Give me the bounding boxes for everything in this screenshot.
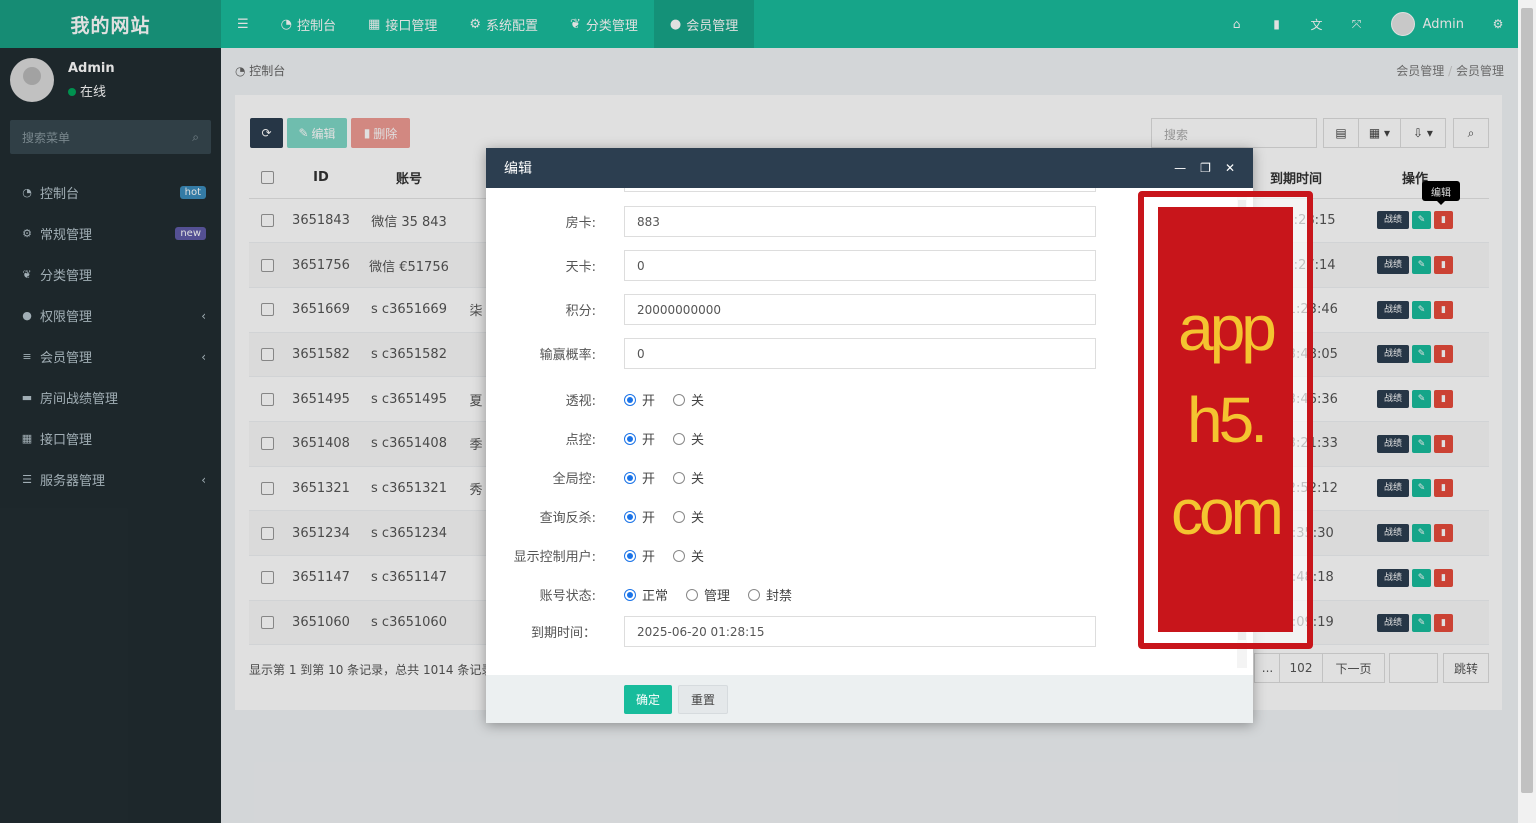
global-control-off-radio[interactable]: 关 xyxy=(673,468,704,487)
point-control-off-radio[interactable]: 关 xyxy=(673,429,704,448)
win-rate-input[interactable]: 0 xyxy=(624,338,1096,369)
status-admin-radio[interactable]: 管理 xyxy=(686,585,730,604)
form-row-perspective: 透视: 开关 xyxy=(486,390,1106,409)
minimize-icon[interactable]: — xyxy=(1174,161,1186,175)
form-row-room-card: 房卡: 883 xyxy=(486,206,1106,237)
reset-button[interactable]: 重置 xyxy=(678,684,729,714)
page-scrollbar[interactable] xyxy=(1518,0,1536,823)
watermark-text: com xyxy=(1171,475,1284,548)
modal-header[interactable]: 编辑 — ❐ ✕ xyxy=(486,148,1253,188)
form-row-win-rate: 输赢概率: 0 xyxy=(486,338,1106,369)
status-normal-radio[interactable]: 正常 xyxy=(624,585,668,604)
form-row-show-control-user: 显示控制用户: 开关 xyxy=(486,546,1106,565)
form-row-points: 积分: 20000000000 xyxy=(486,294,1106,325)
query-counter-off-radio[interactable]: 关 xyxy=(673,507,704,526)
show-control-user-on-radio[interactable]: 开 xyxy=(624,546,655,565)
status-banned-radio[interactable]: 封禁 xyxy=(748,585,792,604)
expire-datetime-input[interactable]: 2025-06-20 01:28:15 xyxy=(624,616,1096,647)
watermark-text: h5. xyxy=(1187,383,1268,456)
form-row-global-control: 全局控: 开关 xyxy=(486,468,1106,487)
form-row-query-counter: 查询反杀: 开关 xyxy=(486,507,1106,526)
partial-field xyxy=(624,188,1096,192)
points-input[interactable]: 20000000000 xyxy=(624,294,1096,325)
form-row-expire: 到期时间： 2025-06-20 01:28:15 xyxy=(486,616,1106,647)
global-control-on-radio[interactable]: 开 xyxy=(624,468,655,487)
watermark-text: app xyxy=(1178,291,1277,364)
form-row-point-control: 点控: 开关 xyxy=(486,429,1106,448)
maximize-icon[interactable]: ❐ xyxy=(1200,161,1211,175)
query-counter-on-radio[interactable]: 开 xyxy=(624,507,655,526)
modal-footer: 确定 重置 xyxy=(486,675,1253,723)
form-row-account-status: 账号状态: 正常 管理 封禁 xyxy=(486,585,1106,604)
perspective-on-radio[interactable]: 开 xyxy=(624,390,655,409)
close-icon[interactable]: ✕ xyxy=(1225,161,1235,175)
scrollbar-thumb[interactable] xyxy=(1521,8,1533,793)
modal-title: 编辑 xyxy=(504,161,532,177)
confirm-button[interactable]: 确定 xyxy=(624,684,673,714)
point-control-on-radio[interactable]: 开 xyxy=(624,429,655,448)
show-control-user-off-radio[interactable]: 关 xyxy=(673,546,704,565)
watermark-stamp: app h5. com xyxy=(1138,191,1313,649)
perspective-off-radio[interactable]: 关 xyxy=(673,390,704,409)
form-row-day-card: 天卡: 0 xyxy=(486,250,1106,281)
room-card-input[interactable]: 883 xyxy=(624,206,1096,237)
day-card-input[interactable]: 0 xyxy=(624,250,1096,281)
